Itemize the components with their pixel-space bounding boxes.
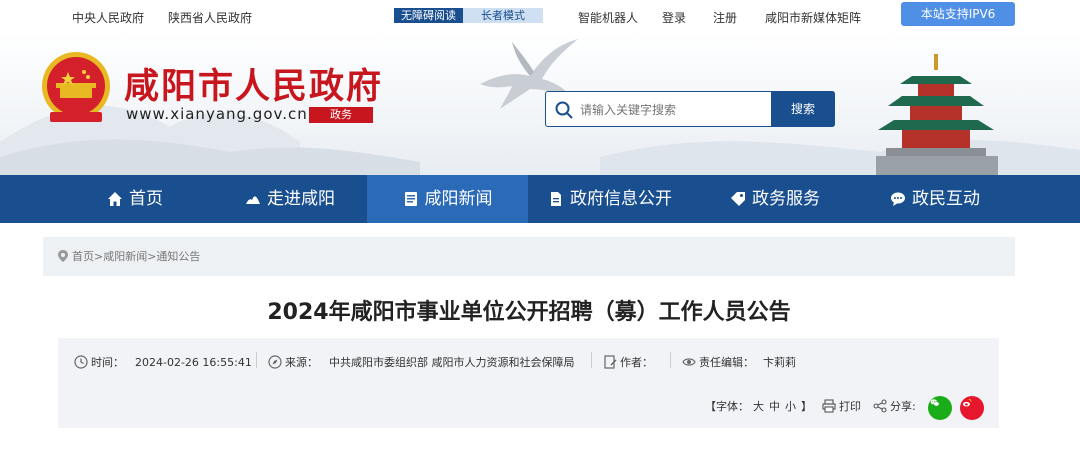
link-central-government[interactable]: 中央人民政府 bbox=[72, 9, 144, 26]
chat-icon bbox=[891, 192, 905, 206]
link-shaanxi-government[interactable]: 陕西省人民政府 bbox=[168, 9, 252, 26]
eye-icon bbox=[682, 358, 696, 366]
print-label: 打印 bbox=[839, 400, 861, 413]
search-input[interactable] bbox=[578, 92, 772, 128]
nav-item-interaction[interactable]: 政民互动 bbox=[870, 175, 1000, 223]
font-size-label: 【字体： bbox=[705, 400, 749, 413]
article-source: 来源： 中共咸阳市委组织部 咸阳市人力资源和社会保障局 bbox=[268, 354, 575, 370]
national-emblem-logo bbox=[42, 52, 110, 122]
source-value: 中共咸阳市委组织部 咸阳市人力资源和社会保障局 bbox=[329, 356, 575, 369]
divider bbox=[591, 352, 592, 368]
document-icon bbox=[551, 192, 561, 206]
font-size-controls: 【字体： 大 中 小 】 bbox=[705, 398, 812, 414]
share-label-group: 分享: bbox=[873, 398, 916, 414]
search-box: 搜索 bbox=[545, 91, 835, 128]
printer-icon bbox=[822, 399, 836, 413]
time-value: 2024-02-26 16:55:41 bbox=[135, 355, 252, 369]
time-label: 时间： bbox=[91, 356, 124, 369]
nav-label-interaction: 政民互动 bbox=[912, 189, 980, 209]
source-label: 来源： bbox=[285, 356, 318, 369]
nav-label-info-disclosure: 政府信息公开 bbox=[570, 189, 672, 209]
main-navigation: 首页 走进咸阳 咸阳新闻 政府信息公开 政务服务 政民互动 bbox=[0, 175, 1080, 223]
ipv6-badge[interactable]: 本站支持IPV6 bbox=[901, 2, 1015, 26]
nav-item-info-disclosure[interactable]: 政府信息公开 bbox=[535, 175, 685, 223]
author-label: 作者： bbox=[620, 356, 653, 369]
site-url: www.xianyang.gov.cn bbox=[126, 105, 308, 123]
editor-label: 责任编辑： bbox=[699, 356, 754, 369]
link-login[interactable]: 登录 bbox=[662, 9, 686, 26]
accessible-reading-button[interactable]: 无障碍阅读 bbox=[394, 8, 463, 23]
nav-label-about: 走进咸阳 bbox=[267, 189, 335, 209]
nav-label-news: 咸阳新闻 bbox=[424, 189, 493, 209]
print-button[interactable]: 打印 bbox=[822, 398, 861, 414]
site-tag: 政务 bbox=[309, 107, 373, 123]
breadcrumb-path[interactable]: 首页>咸阳新闻>通知公告 bbox=[72, 237, 200, 276]
search-button[interactable]: 搜索 bbox=[771, 91, 835, 127]
edit-document-icon bbox=[604, 355, 617, 369]
nav-item-gov-services[interactable]: 政务服务 bbox=[710, 175, 840, 223]
nav-label-home: 首页 bbox=[129, 189, 163, 209]
wechat-share-button[interactable] bbox=[928, 396, 952, 420]
home-icon bbox=[108, 192, 122, 206]
tower-illustration bbox=[876, 54, 998, 175]
responsible-editor: 责任编辑： 卞莉莉 bbox=[682, 354, 796, 370]
nav-item-about[interactable]: 走进咸阳 bbox=[220, 175, 360, 223]
font-size-large[interactable]: 大 bbox=[753, 398, 764, 414]
article-author: 作者： bbox=[603, 354, 656, 370]
nav-label-gov-services: 政务服务 bbox=[752, 189, 820, 209]
top-bar: 中央人民政府 陕西省人民政府 无障碍阅读 长者模式 智能机器人 登录 注册 咸阳… bbox=[0, 0, 1080, 32]
weibo-icon bbox=[962, 399, 972, 407]
breadcrumb: 首页>咸阳新闻>通知公告 bbox=[43, 237, 1015, 276]
divider bbox=[670, 352, 671, 368]
compass-icon bbox=[268, 355, 282, 369]
elder-mode-button[interactable]: 长者模式 bbox=[463, 8, 543, 23]
accessibility-toggle: 无障碍阅读 长者模式 bbox=[394, 8, 543, 23]
weibo-share-button[interactable] bbox=[960, 396, 984, 420]
nav-item-news[interactable]: 咸阳新闻 bbox=[367, 175, 528, 223]
search-icon bbox=[555, 101, 573, 119]
share-icon bbox=[873, 399, 887, 413]
nav-item-home[interactable]: 首页 bbox=[75, 175, 195, 223]
mountain-icon bbox=[246, 196, 260, 204]
publish-time: 时间： 2024-02-26 16:55:41 bbox=[74, 354, 252, 370]
link-new-media-matrix[interactable]: 咸阳市新媒体矩阵 bbox=[765, 9, 861, 26]
divider bbox=[256, 352, 257, 368]
wechat-icon bbox=[930, 399, 940, 407]
clock-icon bbox=[74, 355, 88, 369]
site-name: 咸阳市人民政府 bbox=[124, 66, 384, 107]
tag-icon bbox=[731, 192, 745, 206]
location-pin-icon bbox=[58, 250, 68, 262]
site-header: 咸阳市人民政府 www.xianyang.gov.cn 政务 搜索 bbox=[0, 32, 1080, 175]
article-meta: 时间： 2024-02-26 16:55:41 来源： 中共咸阳市委组织部 咸阳… bbox=[58, 338, 999, 428]
link-smart-robot[interactable]: 智能机器人 bbox=[578, 9, 638, 26]
share-label: 分享: bbox=[890, 400, 916, 413]
news-icon bbox=[404, 192, 417, 206]
font-size-close: 】 bbox=[801, 400, 812, 413]
font-size-small[interactable]: 小 bbox=[785, 398, 796, 414]
font-size-medium[interactable]: 中 bbox=[769, 398, 780, 414]
editor-value: 卞莉莉 bbox=[763, 356, 796, 369]
link-register[interactable]: 注册 bbox=[713, 9, 737, 26]
article-title: 2024年咸阳市事业单位公开招聘（募）工作人员公告 bbox=[267, 300, 791, 325]
